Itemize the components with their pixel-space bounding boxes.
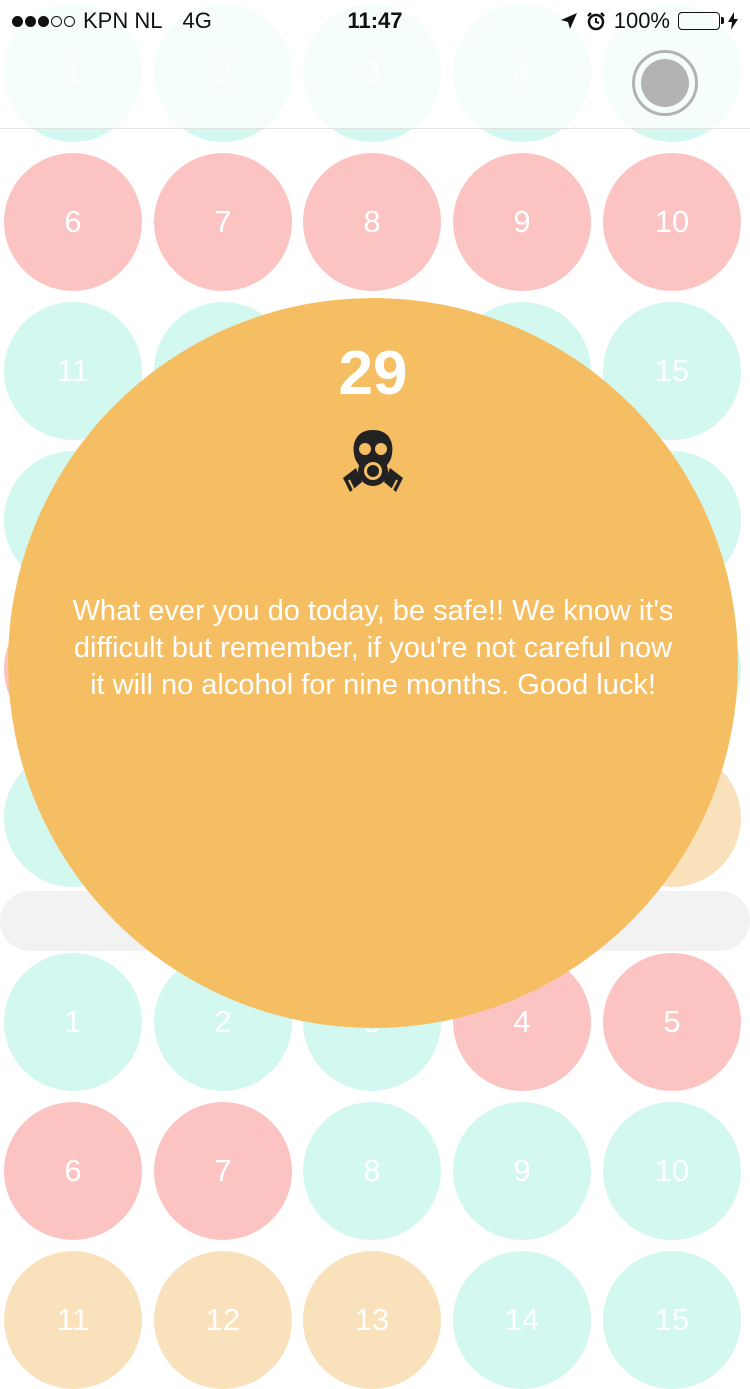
location-arrow-icon [560,13,577,29]
current-month-day-10[interactable]: 10 [603,153,741,291]
current-month-day-7[interactable]: 7 [154,153,292,291]
status-bar: KPN NL 4G 11:47 100% [0,0,750,40]
battery-percentage: 100% [613,8,670,33]
record-button[interactable] [632,50,698,116]
current-month-day-6[interactable]: 6 [4,153,142,291]
next-month-day-1[interactable]: 1 [4,953,142,1091]
next-month-day-12[interactable]: 12 [154,1251,292,1389]
record-button-dot [641,59,689,107]
next-month-day-9[interactable]: 9 [453,1102,591,1240]
battery-icon [678,12,724,30]
popup-day-number: 29 [338,339,408,408]
next-month-day-15[interactable]: 15 [603,1251,741,1389]
next-month-day-14[interactable]: 14 [453,1251,591,1389]
current-month-day-8[interactable]: 8 [303,153,441,291]
charging-bolt-icon [728,12,738,30]
next-month-day-6[interactable]: 6 [4,1102,142,1240]
current-month-day-9[interactable]: 9 [453,153,591,291]
next-month-day-11[interactable]: 11 [4,1251,142,1389]
next-month-day-5[interactable]: 5 [603,953,741,1091]
next-month-day-13[interactable]: 13 [303,1251,441,1389]
next-month-day-8[interactable]: 8 [303,1102,441,1240]
next-month-day-10[interactable]: 10 [603,1102,741,1240]
alarm-clock-icon [586,12,605,31]
next-month-day-7[interactable]: 7 [154,1102,292,1240]
popup-message: What ever you do today, be safe!! We kno… [72,595,674,701]
gas-mask-icon [343,430,403,492]
day-detail-popup[interactable]: 29 What ever you do today, be safe!! We … [8,298,738,1028]
